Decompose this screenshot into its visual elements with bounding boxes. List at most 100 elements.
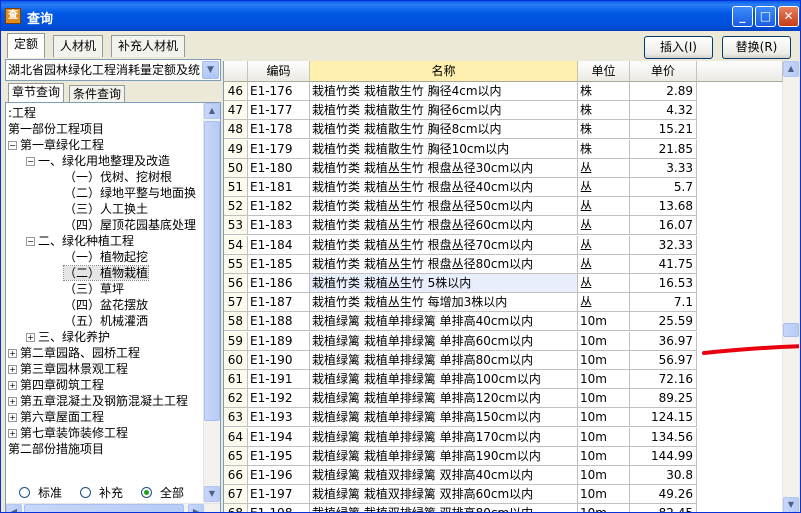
tree-node[interactable]: + 第七章装饰装修工程 <box>8 425 128 441</box>
unit-cell[interactable]: 丛 <box>578 197 630 217</box>
tree-node[interactable]: + 第四章砌筑工程 <box>8 377 104 393</box>
price-cell[interactable]: 2.89 <box>630 82 697 101</box>
tree-node[interactable]: + 三、绿化养护 <box>26 329 110 345</box>
code-cell[interactable]: E1-187 <box>248 293 310 313</box>
name-cell[interactable]: 栽植绿篱 栽植单排绿篱 单排高60cm以内 <box>310 331 578 351</box>
grid-scroll-thumb[interactable] <box>783 323 799 337</box>
expand-icon[interactable]: + <box>8 349 17 358</box>
collapse-icon[interactable]: − <box>8 141 17 150</box>
unit-cell[interactable]: 丛 <box>578 235 630 255</box>
code-cell[interactable]: E1-192 <box>248 389 310 409</box>
name-cell[interactable]: 栽植竹类 栽植丛生竹 根盘丛径30cm以内 <box>310 158 578 178</box>
unit-cell[interactable]: 10m <box>578 427 630 447</box>
name-cell[interactable]: 栽植绿篱 栽植单排绿篱 单排高190cm以内 <box>310 446 578 466</box>
name-cell[interactable]: 栽植绿篱 栽植单排绿篱 单排高80cm以内 <box>310 350 578 370</box>
tree-node[interactable]: − 二、绿化种植工程 <box>26 233 134 249</box>
price-cell[interactable]: 16.07 <box>630 216 697 236</box>
code-cell[interactable]: E1-188 <box>248 312 310 332</box>
name-cell[interactable]: 栽植竹类 栽植散生竹 胸径8cm以内 <box>310 120 578 140</box>
expand-icon[interactable]: + <box>8 429 17 438</box>
tab-chapter-query[interactable]: 章节查询 <box>8 83 65 103</box>
name-cell[interactable]: 栽植竹类 栽植丛生竹 每增加3株以内 <box>310 293 578 313</box>
tree-node[interactable]: （三）人工换土 <box>64 201 148 217</box>
name-cell[interactable]: 栽植竹类 栽植丛生竹 5株以内 <box>310 274 578 293</box>
tree-node[interactable]: （四）屋顶花园基底处理 <box>64 217 196 233</box>
name-cell[interactable]: 栽植竹类 栽植散生竹 胸径4cm以内 <box>310 82 578 101</box>
tree-node[interactable]: + 第五章混凝土及钢筋混凝土工程 <box>8 393 188 409</box>
code-cell[interactable]: E1-186 <box>248 274 310 293</box>
grid-vertical-scrollbar[interactable]: ▲ ▼ <box>782 61 799 512</box>
grid-scroll-down-icon[interactable]: ▼ <box>783 497 799 512</box>
tree-node[interactable]: （一）伐树、挖树根 <box>64 169 172 185</box>
name-cell[interactable]: 栽植绿篱 栽植双排绿篱 双排高60cm以内 <box>310 485 578 505</box>
tree-node[interactable]: − 第一章绿化工程 <box>8 137 104 153</box>
insert-button[interactable]: 插入(I) <box>644 36 713 59</box>
price-cell[interactable]: 89.25 <box>630 389 697 409</box>
tree-node[interactable]: （二）绿地平整与地面换 <box>64 185 196 201</box>
unit-cell[interactable]: 丛 <box>578 293 630 313</box>
code-cell[interactable]: E1-176 <box>248 82 310 101</box>
code-cell[interactable]: E1-177 <box>248 101 310 121</box>
unit-cell[interactable]: 株 <box>578 120 630 140</box>
radio-all[interactable]: 全部 <box>141 484 184 501</box>
price-cell[interactable]: 36.97 <box>630 331 697 351</box>
tab-condition-query[interactable]: 条件查询 <box>69 85 126 103</box>
unit-cell[interactable]: 10m <box>578 466 630 485</box>
code-cell[interactable]: E1-178 <box>248 120 310 140</box>
code-cell[interactable]: E1-190 <box>248 350 310 370</box>
unit-cell[interactable]: 株 <box>578 101 630 121</box>
tab-quota[interactable]: 定额 <box>7 33 46 58</box>
code-cell[interactable]: E1-198 <box>248 504 310 512</box>
name-cell[interactable]: 栽植绿篱 栽植单排绿篱 单排高170cm以内 <box>310 427 578 447</box>
code-cell[interactable]: E1-193 <box>248 408 310 428</box>
quota-grid[interactable]: ▲ ▼ 编码 名称 单位 单价 46 E1-176 栽植竹类 栽植散生竹 胸径4cm以内株 2… <box>223 61 799 512</box>
tree-node[interactable]: + 第六章屋面工程 <box>8 409 104 425</box>
price-cell[interactable]: 72.16 <box>630 370 697 389</box>
price-cell[interactable]: 32.33 <box>630 235 697 255</box>
scroll-right-icon[interactable]: ▶ <box>188 504 204 512</box>
price-cell[interactable]: 134.56 <box>630 427 697 447</box>
price-cell[interactable]: 5.7 <box>630 178 697 197</box>
unit-cell[interactable]: 10m <box>578 331 630 351</box>
unit-cell[interactable]: 10m <box>578 485 630 505</box>
column-header[interactable]: 编码 <box>248 61 310 82</box>
price-cell[interactable]: 144.99 <box>630 446 697 466</box>
tree-vertical-scrollbar[interactable]: ▲ ▼ <box>203 103 220 503</box>
code-cell[interactable]: E1-189 <box>248 331 310 351</box>
code-cell[interactable]: E1-194 <box>248 427 310 447</box>
name-cell[interactable]: 栽植绿篱 栽植双排绿篱 双排高80cm以内 <box>310 504 578 512</box>
unit-cell[interactable]: 10m <box>578 408 630 428</box>
unit-cell[interactable]: 株 <box>578 139 630 159</box>
name-cell[interactable]: 栽植绿篱 栽植双排绿篱 双排高40cm以内 <box>310 466 578 485</box>
code-cell[interactable]: E1-184 <box>248 235 310 255</box>
price-cell[interactable]: 82.45 <box>630 504 697 512</box>
scroll-left-icon[interactable]: ◀ <box>6 504 22 512</box>
code-cell[interactable]: E1-185 <box>248 254 310 274</box>
code-cell[interactable]: E1-182 <box>248 197 310 217</box>
scroll-down-icon[interactable]: ▼ <box>204 486 220 502</box>
price-cell[interactable]: 15.21 <box>630 120 697 140</box>
name-cell[interactable]: 栽植绿篱 栽植单排绿篱 单排高40cm以内 <box>310 312 578 332</box>
unit-cell[interactable]: 丛 <box>578 158 630 178</box>
tab-labor-material-machine[interactable]: 人材机 <box>53 35 104 57</box>
chapter-tree[interactable]: ▲ ▼ ◀ ▶ :工程 第一部份工程项目 − 第一章绿化工程 − 一、绿化用地整理及改造（… <box>5 102 221 512</box>
name-cell[interactable]: 栽植竹类 栽植丛生竹 根盘丛径50cm以内 <box>310 197 578 217</box>
code-cell[interactable]: E1-183 <box>248 216 310 236</box>
expand-icon[interactable]: + <box>8 365 17 374</box>
quota-library-select[interactable]: 湖北省园林绿化工程消耗量定额及统 ▼ <box>5 59 221 81</box>
tree-node[interactable]: （三）草坪 <box>64 281 124 297</box>
unit-cell[interactable]: 10m <box>578 389 630 409</box>
scroll-thumb[interactable] <box>204 121 220 421</box>
name-cell[interactable]: 栽植绿篱 栽植单排绿篱 单排高120cm以内 <box>310 389 578 409</box>
expand-icon[interactable]: + <box>8 397 17 406</box>
h-scroll-thumb[interactable] <box>24 504 184 512</box>
price-cell[interactable]: 25.59 <box>630 312 697 332</box>
radio-supplementary[interactable]: 补充 <box>80 484 123 501</box>
tree-node[interactable]: （二）植物栽植 <box>62 265 150 281</box>
name-cell[interactable]: 栽植竹类 栽植丛生竹 根盘丛径40cm以内 <box>310 178 578 197</box>
price-cell[interactable]: 13.68 <box>630 197 697 217</box>
tree-node[interactable]: + 第三章园林景观工程 <box>8 361 128 377</box>
unit-cell[interactable]: 丛 <box>578 254 630 274</box>
price-cell[interactable]: 21.85 <box>630 139 697 159</box>
code-cell[interactable]: E1-197 <box>248 485 310 505</box>
